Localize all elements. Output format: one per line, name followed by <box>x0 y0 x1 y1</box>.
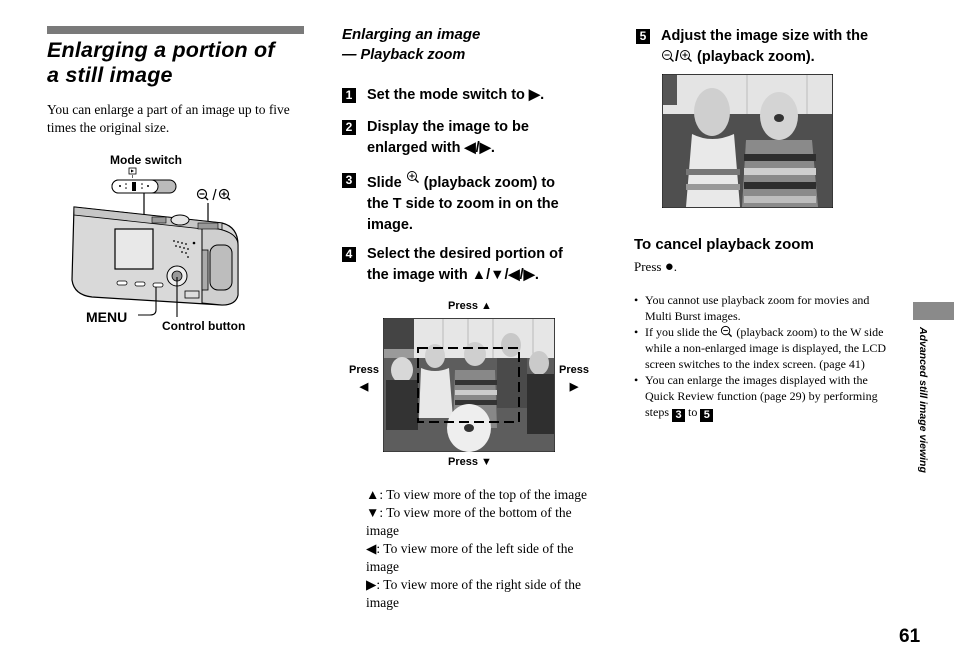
intro-paragraph: You can enlarge a part of an image up to… <box>47 102 290 135</box>
description-left: ◀: To view more of the left side of the … <box>366 541 574 574</box>
press-left-label: Press ◀ <box>349 364 379 393</box>
step-text: Slide (playback zoom) to the T side to z… <box>367 170 559 236</box>
menu-label: MENU <box>86 309 128 325</box>
zoom-out-icon <box>721 325 733 338</box>
chapter-tab <box>913 302 954 320</box>
step-number-badge: 1 <box>342 88 356 103</box>
press-right-label: Press ▶ <box>559 364 589 393</box>
step-text: Select the desired portion of the image … <box>367 246 563 283</box>
page-number: 61 <box>899 626 921 647</box>
chapter-tab-label: Advanced still image viewing <box>917 327 929 473</box>
step-text: Display the image to be enlarged with ◀/… <box>367 119 529 156</box>
cancel-zoom-heading: To cancel playback zoom <box>634 236 814 253</box>
subtitle-line-1: Enlarging an image <box>342 26 481 43</box>
section-subtitle: Enlarging an image — Playback zoom <box>342 24 480 66</box>
page-title-line-1: Enlarging a portion of <box>47 38 275 62</box>
note-item: • If you slide the (playback zoom) to the… <box>634 325 887 371</box>
step-3: 3 Slide (playback zoom) to the T side to… <box>342 170 592 236</box>
arrow-descriptions: ▲: To view more of the top of the image … <box>366 486 596 612</box>
step-number-badge: 5 <box>636 29 650 44</box>
step-1: 1 Set the mode switch to ▶. <box>342 85 592 107</box>
step-2: 2 Display the image to be enlarged with … <box>342 117 592 161</box>
subtitle-line-2: — Playback zoom <box>342 47 466 63</box>
note-item: • You cannot use playback zoom for movies… <box>634 293 870 323</box>
notes-list: • You cannot use playback zoom for movies… <box>634 292 892 422</box>
group-photo-full <box>383 318 555 452</box>
section-header-bar <box>47 26 304 34</box>
step-number-badge: 2 <box>342 120 356 135</box>
cancel-zoom-instruction: Press ●. <box>634 259 678 275</box>
step-text: Set the mode switch to ▶. <box>367 87 545 103</box>
description-up: ▲: To view more of the top of the image <box>366 487 588 502</box>
note-item: • You can enlarge the images displayed wi… <box>634 373 878 422</box>
enlarged-photo <box>662 74 833 208</box>
step-number-badge: 3 <box>342 173 356 188</box>
zoom-out-icon <box>662 50 674 62</box>
step-reference-badge: 3 <box>672 409 685 422</box>
page-title: Enlarging a portion of a still image <box>47 38 317 88</box>
description-right: ▶: To view more of the right side of the… <box>366 577 582 610</box>
step-4: 4 Select the desired portion of the imag… <box>342 244 592 288</box>
step-text: Adjust the image size with the / (playba… <box>661 28 869 65</box>
step-number-badge: 4 <box>342 247 356 262</box>
press-down-label: Press ▼ <box>448 456 492 468</box>
page-title-line-2: a still image <box>47 63 173 87</box>
press-up-label: Press ▲ <box>448 300 492 312</box>
camera-body <box>71 206 239 306</box>
center-button-icon: ● <box>664 259 674 275</box>
step-5: 5 Adjust the image size with the / (play… <box>636 26 896 70</box>
playback-mode-icon <box>128 167 137 178</box>
description-down: ▼: To view more of the bottom of the ima… <box>366 505 572 538</box>
zoom-in-icon <box>406 171 419 183</box>
step-reference-badge: 5 <box>700 409 714 422</box>
zoom-in-icon <box>680 50 693 62</box>
control-button-label: Control button <box>162 319 246 333</box>
